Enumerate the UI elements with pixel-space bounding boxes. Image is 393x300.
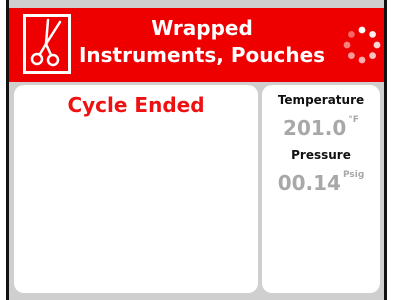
status-panel: Cycle Ended [14,85,258,293]
sterilizer-screen: Wrapped Instruments, Pouches Cycle Ended… [6,0,387,300]
temperature-value: 201.0 [283,116,347,140]
temperature-label: Temperature [277,93,365,107]
cycle-title-line-1: Wrapped [151,16,253,40]
pressure-value: 00.14 [277,171,341,195]
pressure-label: Pressure [291,148,351,162]
spinner-icon [343,26,381,64]
cycle-title: Wrapped Instruments, Pouches [75,15,329,69]
pressure-reading: 00.14 Psig [262,170,380,195]
temperature-reading: 201.0 °F [262,115,380,140]
cycle-header: Wrapped Instruments, Pouches [9,8,384,82]
readings-panel: Temperature 201.0 °F Pressure 00.14 Psig [262,85,380,293]
temperature-unit: °F [348,115,359,125]
cycle-status-text: Cycle Ended [67,93,205,117]
cycle-title-line-2: Instruments, Pouches [78,43,326,67]
pressure-unit: Psig [342,170,365,180]
scissors-icon [23,14,71,74]
